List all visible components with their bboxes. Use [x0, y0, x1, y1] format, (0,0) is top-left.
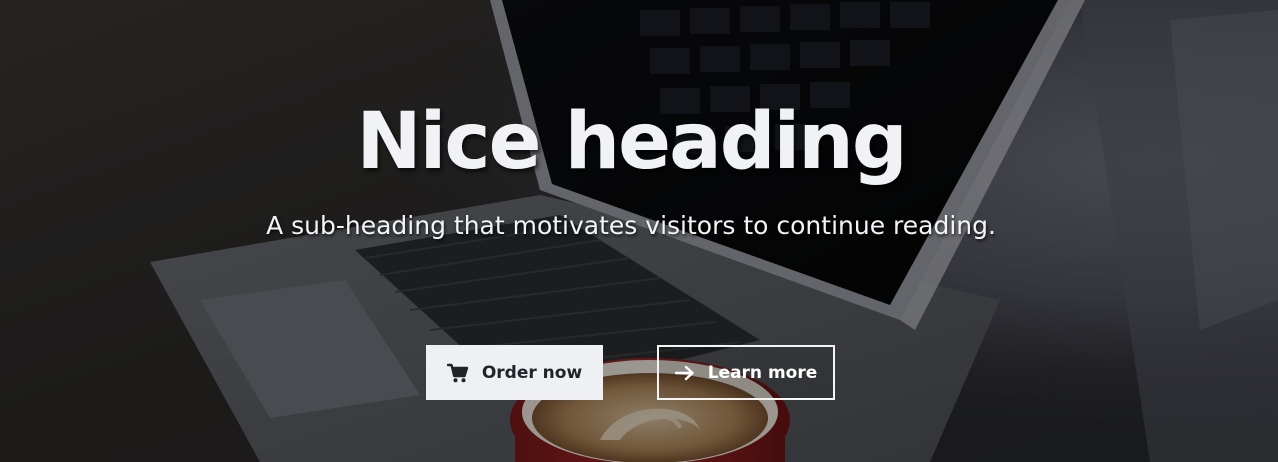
cart-icon [446, 363, 469, 383]
hero-content: Nice heading A sub-heading that motivate… [0, 0, 1278, 462]
hero-subheading: A sub-heading that motivates visitors to… [266, 211, 996, 240]
hero-heading: Nice heading [356, 97, 907, 187]
learn-more-label: Learn more [707, 362, 818, 383]
hero-section: Nice heading A sub-heading that motivate… [0, 0, 1278, 462]
order-now-button[interactable]: Order now [426, 345, 603, 400]
learn-more-button[interactable]: Learn more [657, 345, 835, 400]
order-now-label: Order now [481, 362, 583, 383]
arrow-right-icon [674, 365, 695, 381]
